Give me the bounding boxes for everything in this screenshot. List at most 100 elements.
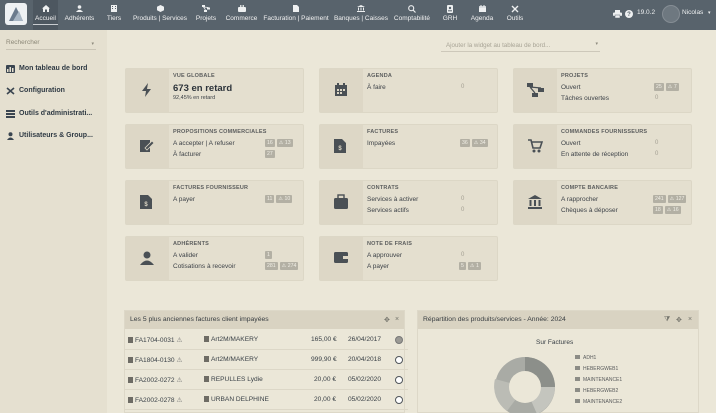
- late-badge[interactable]: ⚠ 10: [276, 195, 293, 203]
- box-agenda[interactable]: AGENDA À faire 0: [319, 68, 498, 113]
- company-name[interactable]: Art2M/MAKERY: [204, 336, 258, 343]
- nav-agenda[interactable]: Agenda: [469, 0, 495, 30]
- box-row[interactable]: Ouvert 25 ⚠ 7: [561, 83, 689, 94]
- box-note-de-frais[interactable]: NOTE DE FRAIS A approuver 0 A payer 5 ⚠ …: [319, 236, 498, 281]
- nav-outils[interactable]: Outils: [504, 0, 526, 30]
- nav-accueil[interactable]: Accueil: [33, 0, 58, 30]
- box-row[interactable]: Cotisations à recevoir 281 ⚠ 274: [173, 262, 301, 273]
- count-badge[interactable]: 25: [654, 83, 664, 91]
- invoice-ref[interactable]: FA1804-0130 ⚠: [128, 356, 182, 364]
- late-badge[interactable]: ⚠ 34: [471, 139, 488, 147]
- donut-chart[interactable]: [487, 349, 567, 413]
- nav-adherents[interactable]: Adhérents: [63, 0, 96, 30]
- box-row[interactable]: A payer 5 ⚠ 1: [367, 262, 495, 273]
- box-title: FACTURES FOURNISSEUR: [173, 185, 249, 191]
- nav-produits-services[interactable]: Produits | Services: [131, 0, 189, 30]
- row-status-radio[interactable]: [395, 396, 403, 404]
- box-commandes-fournisseurs[interactable]: COMMANDES FOURNISSEURS Ouvert 0 En atten…: [513, 124, 692, 169]
- box-row[interactable]: À facturer 27: [173, 150, 301, 161]
- box-row[interactable]: À faire 0: [367, 84, 495, 94]
- nav-facturation-paiement[interactable]: Facturation | Paiement: [262, 0, 330, 30]
- sidebar-item-admin-tools[interactable]: Outils d'administrati...: [6, 110, 104, 120]
- invoice-ref[interactable]: FA2002-0278 ⚠: [128, 396, 182, 404]
- nav-tiers[interactable]: Tiers: [103, 0, 125, 30]
- row-count: 0: [655, 151, 659, 157]
- box-factures[interactable]: $ FACTURES Impayées 36 ⚠ 34: [319, 124, 498, 169]
- add-widget-select[interactable]: Ajouter la widget au tableau de bord... …: [441, 40, 600, 52]
- building-icon: [204, 376, 209, 382]
- box-row[interactable]: A rapprocher 241 ⚠ 127: [561, 195, 689, 206]
- count-badge[interactable]: 241: [653, 195, 666, 203]
- box-propositions-commerciales[interactable]: PROPOSITIONS COMMERCIALES A accepter | A…: [125, 124, 304, 169]
- box-row[interactable]: A approuver 0: [367, 252, 495, 262]
- box-vue-globale[interactable]: VUE GLOBALE 673 en retard 92,45% en reta…: [125, 68, 304, 113]
- late-badge[interactable]: ⚠ 7: [665, 83, 679, 91]
- box-contrats[interactable]: CONTRATS Services à activer 0 Services a…: [319, 180, 498, 225]
- count-badge[interactable]: 281: [265, 262, 278, 270]
- late-badge[interactable]: ⚠ 16: [664, 206, 681, 214]
- invoice-ref[interactable]: FA2002-0272 ⚠: [128, 376, 182, 384]
- box-row[interactable]: Chèques à déposer 18 ⚠ 16: [561, 206, 689, 217]
- legend-label: MAINTENANCE1: [583, 377, 623, 383]
- sidebar-search-input[interactable]: Rechercher ▾: [6, 39, 96, 50]
- help-icon[interactable]: ?: [625, 10, 633, 18]
- move-icon[interactable]: ✥: [384, 316, 390, 324]
- row-label: À faire: [367, 84, 386, 91]
- nav-projets[interactable]: Projets: [194, 0, 218, 30]
- box-row[interactable]: Impayées 36 ⚠ 34: [367, 139, 495, 150]
- count-badge[interactable]: 11: [265, 195, 275, 203]
- box-row[interactable]: Services actifs 0: [367, 207, 495, 217]
- box-row[interactable]: A valider 1: [173, 251, 301, 262]
- count-badge[interactable]: 27: [265, 150, 275, 158]
- count-badge[interactable]: 36: [460, 139, 470, 147]
- box-row[interactable]: A payer 11 ⚠ 10: [173, 195, 301, 206]
- close-icon[interactable]: ×: [395, 316, 399, 323]
- count-badge[interactable]: 5: [459, 262, 466, 270]
- company-name[interactable]: REPULLES Lydie: [204, 376, 263, 383]
- box-adherents[interactable]: ADHÉRENTS A valider 1 Cotisations à rece…: [125, 236, 304, 281]
- sidebar-item-users-groups[interactable]: Utilisateurs & Group...: [6, 132, 104, 142]
- row-status-radio[interactable]: [395, 356, 403, 364]
- nav-banques-caisses[interactable]: Banques | Caisses: [333, 0, 389, 30]
- filter-icon[interactable]: ⧩: [664, 316, 670, 324]
- count-badge[interactable]: 16: [265, 139, 275, 147]
- box-factures-fournisseur[interactable]: $ FACTURES FOURNISSEUR A payer 11 ⚠ 10: [125, 180, 304, 225]
- late-badge[interactable]: ⚠ 13: [276, 139, 293, 147]
- row-count: 0: [461, 207, 465, 213]
- nav-grh[interactable]: GRH: [440, 0, 460, 30]
- box-compte-bancaire[interactable]: COMPTE BANCAIRE A rapprocher 241 ⚠ 127 C…: [513, 180, 692, 225]
- app-logo[interactable]: [5, 3, 27, 25]
- company-name[interactable]: Art2M/MAKERY: [204, 356, 258, 363]
- box-row[interactable]: Ouvert 0: [561, 140, 689, 150]
- print-icon[interactable]: [613, 10, 622, 18]
- box-row[interactable]: Services à activer 0: [367, 196, 495, 206]
- nav-commerce[interactable]: Commerce: [224, 0, 259, 30]
- count-badge[interactable]: 1: [265, 251, 272, 259]
- legend-label: HEBERGWEB2: [583, 388, 619, 394]
- box-row[interactable]: Tâches ouvertes 0: [561, 95, 689, 105]
- row-status-radio[interactable]: [395, 376, 403, 384]
- late-badge[interactable]: ⚠ 127: [667, 195, 687, 203]
- user-name[interactable]: Nicolas: [682, 9, 703, 16]
- company-name[interactable]: URBAN DELPHINE: [204, 396, 269, 403]
- avatar[interactable]: [662, 5, 680, 23]
- box-row[interactable]: En attente de réception 0: [561, 151, 689, 161]
- nav-comptabilite[interactable]: Comptabilité: [392, 0, 432, 30]
- table-row[interactable]: FA1804-0130 ⚠ Art2M/MAKERY 999,90 € 20/0…: [125, 350, 408, 370]
- late-badge[interactable]: ⚠ 1: [467, 262, 481, 270]
- sidebar-item-dashboard[interactable]: Mon tableau de bord: [6, 65, 104, 75]
- count-badge[interactable]: 18: [653, 206, 663, 214]
- late-badge[interactable]: ⚠ 274: [279, 262, 299, 270]
- move-icon[interactable]: ✥: [676, 316, 682, 324]
- user-menu-caret[interactable]: ▾: [708, 10, 711, 16]
- invoice-ref[interactable]: FA1704-0031 ⚠: [128, 336, 182, 344]
- table-row[interactable]: FA2002-0272 ⚠ REPULLES Lydie 20,00 € 05/…: [125, 370, 408, 390]
- row-status-radio[interactable]: [395, 336, 403, 344]
- table-row[interactable]: FA2002-0278 ⚠ URBAN DELPHINE 20,00 € 05/…: [125, 390, 408, 410]
- box-row[interactable]: A accepter | A refuser 16 ⚠ 13: [173, 139, 301, 150]
- sidebar-item-configuration[interactable]: Configuration: [6, 87, 104, 97]
- id-card-icon: [447, 5, 453, 13]
- box-projets[interactable]: PROJETS Ouvert 25 ⚠ 7 Tâches ouvertes 0: [513, 68, 692, 113]
- table-row[interactable]: FA1704-0031 ⚠ Art2M/MAKERY 165,00 € 26/0…: [125, 330, 408, 350]
- close-icon[interactable]: ×: [688, 316, 692, 323]
